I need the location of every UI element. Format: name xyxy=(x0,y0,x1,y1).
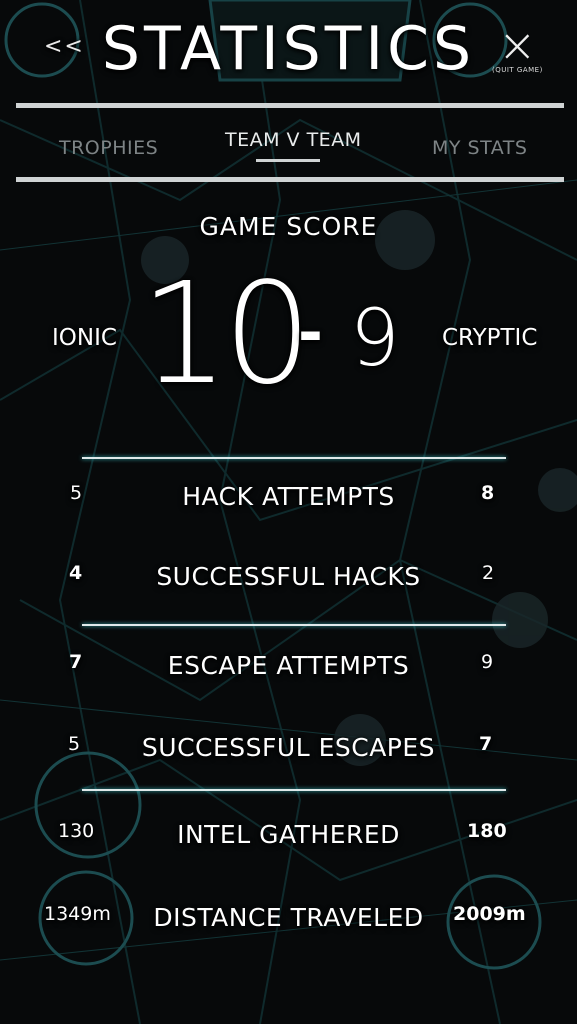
stat-right-value: 180 xyxy=(467,820,507,842)
stat-row-successful-escapes: 5 SUCCESSFUL ESCAPES 7 xyxy=(0,733,577,773)
close-icon: × xyxy=(498,18,537,72)
tab-trophies[interactable]: TROPHIES xyxy=(59,137,158,159)
active-tab-indicator xyxy=(256,159,320,162)
team-name-left: IONIC xyxy=(52,325,117,351)
stat-right-value: 8 xyxy=(481,482,495,504)
team-name-right: CRYPTIC xyxy=(442,325,538,351)
stat-right-value: 2009m xyxy=(453,903,526,925)
stats-divider-escapes xyxy=(82,624,506,626)
tab-team-v-team[interactable]: TEAM V TEAM xyxy=(225,129,362,151)
header-divider xyxy=(16,103,564,108)
tab-my-stats[interactable]: MY STATS xyxy=(432,137,527,159)
stat-row-intel-gathered: 130 INTEL GATHERED 180 xyxy=(0,820,577,860)
stat-right-value: 7 xyxy=(479,733,493,755)
score-left: 10 xyxy=(140,253,312,416)
stats-divider-intel xyxy=(82,789,506,791)
stats-divider-hacks xyxy=(82,457,506,459)
quit-game-button[interactable]: × (QUIT GAME) xyxy=(488,22,544,78)
game-score-heading: GAME SCORE xyxy=(199,212,378,241)
stat-row-hack-attempts: 5 HACK ATTEMPTS 8 xyxy=(0,482,577,522)
score-separator: - xyxy=(298,298,323,368)
stat-row-successful-hacks: 4 SUCCESSFUL HACKS 2 xyxy=(0,562,577,602)
score-right: 9 xyxy=(350,294,400,384)
quit-game-label: (QUIT GAME) xyxy=(492,66,543,74)
stat-right-value: 2 xyxy=(482,562,495,584)
stat-right-value: 9 xyxy=(481,651,494,673)
stat-row-escape-attempts: 7 ESCAPE ATTEMPTS 9 xyxy=(0,651,577,691)
tabs-divider xyxy=(16,177,564,182)
stat-row-distance-traveled: 1349m DISTANCE TRAVELED 2009m xyxy=(0,903,577,943)
